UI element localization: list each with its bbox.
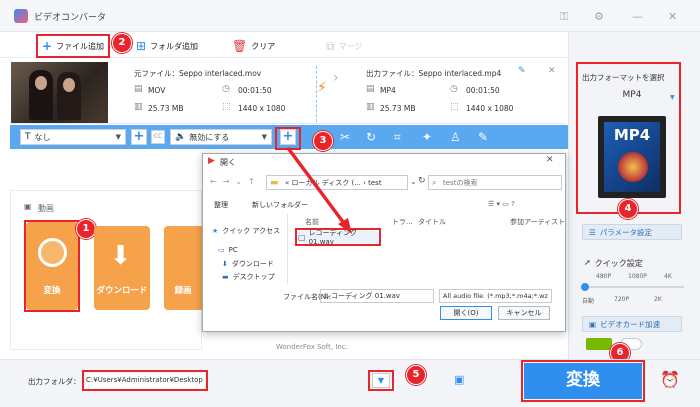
- annotation-arrows: [200, 146, 374, 388]
- alarm-clock-icon[interactable]: ⏰: [660, 370, 680, 389]
- output-path-field[interactable]: C:¥Users¥Administrator¥Desktop: [86, 373, 204, 388]
- output-folder-dropdown[interactable]: ▼: [372, 373, 390, 388]
- output-folder-label: 出力フォルダ：: [28, 377, 81, 386]
- convert-button[interactable]: 変換: [524, 363, 642, 399]
- arrow-to-file-item: [286, 146, 348, 228]
- open-folder-icon[interactable]: ▣: [454, 373, 464, 386]
- step-badge-5: 5: [406, 365, 426, 385]
